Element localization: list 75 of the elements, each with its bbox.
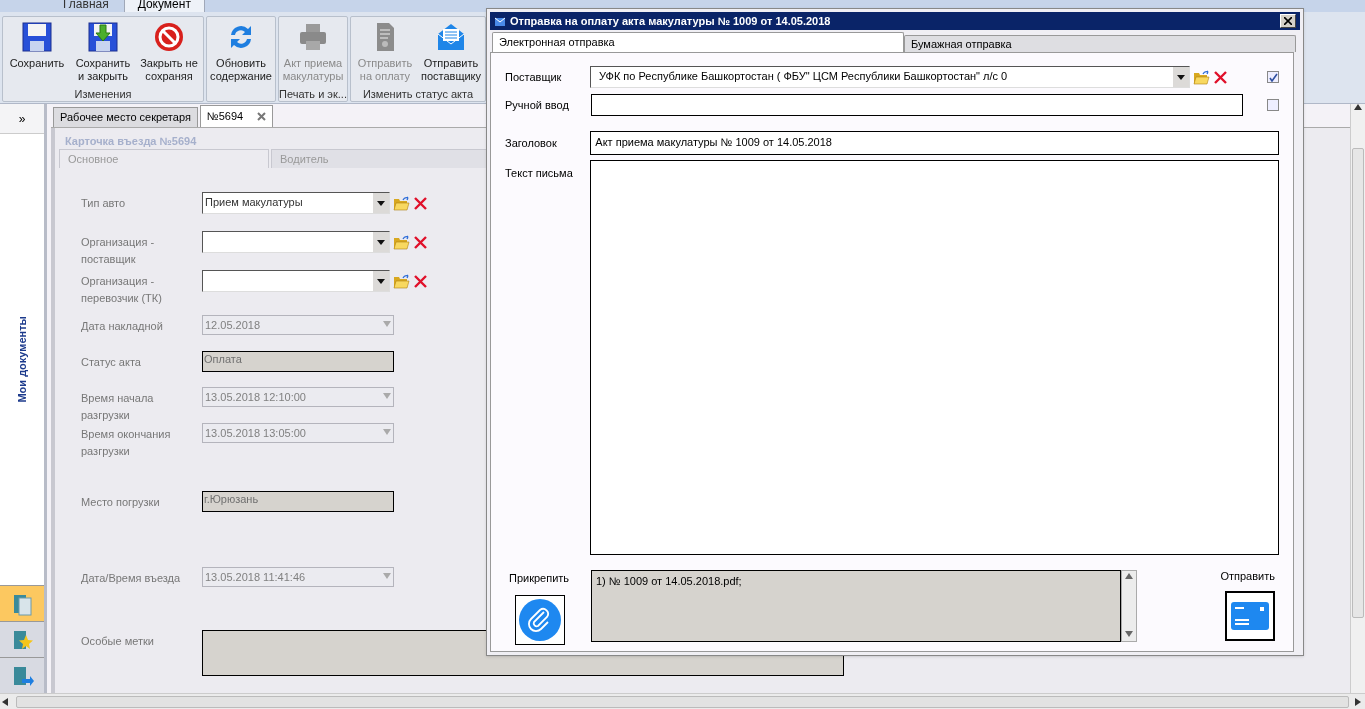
field-label: Дата накладной — [81, 320, 163, 332]
field-label: Поставщик — [505, 70, 562, 83]
dialog-tab[interactable]: Электронная отправка — [492, 32, 904, 52]
close-icon[interactable] — [413, 195, 428, 211]
ribbon-button[interactable]: Обновить содержание — [208, 17, 274, 88]
scroll-down-icon[interactable] — [1125, 631, 1133, 639]
send-button[interactable] — [1225, 591, 1275, 641]
field-label: Тип авто — [81, 197, 126, 209]
manual-input-field[interactable] — [591, 94, 1243, 116]
attachments-list: 1) № 1009 от 14.05.2018.pdf; — [591, 570, 1121, 642]
card-icon — [1231, 602, 1269, 630]
combo-field[interactable] — [202, 231, 390, 253]
open-folder-icon[interactable] — [393, 195, 410, 211]
field-label: Время начала разгрузки — [81, 392, 154, 421]
nav-button[interactable] — [0, 585, 44, 621]
open-folder-icon[interactable] — [393, 234, 410, 250]
group-label: Изменения — [74, 88, 132, 100]
field-label: Ручной ввод — [505, 98, 569, 111]
card-title: Карточка въезда №5694 — [65, 134, 197, 149]
checkbox[interactable] — [1267, 99, 1279, 111]
close-icon[interactable] — [257, 112, 267, 121]
field-label: Заголовок — [505, 136, 557, 149]
field-label: Место погрузки — [81, 496, 160, 508]
sidebar-title: Мои документы — [14, 316, 29, 403]
ribbon-button[interactable]: Отправить поставщику — [418, 17, 484, 88]
close-button[interactable] — [1280, 14, 1296, 28]
field-label: Организация - перевозчик (ТК) — [81, 275, 162, 304]
combo-field[interactable]: Прием макулатуры — [202, 192, 390, 214]
field-label: Отправить — [1220, 570, 1275, 583]
field-label: Дата/Время въезда — [81, 572, 181, 584]
field-label: Текст письма — [505, 167, 573, 179]
document-tab[interactable]: Рабочее место секретаря — [53, 107, 198, 127]
combo-field[interactable]: УФК по Республике Башкортостан ( ФБУ" ЦСМ Республики Башкортостан" л/с 0 — [589, 66, 1191, 88]
dialog-tab[interactable]: Бумажная отправка — [904, 35, 1296, 52]
expand-button[interactable]: » — [0, 104, 44, 134]
scroll-up-icon[interactable] — [1125, 573, 1133, 581]
ribbon-button[interactable]: Сохранить — [4, 17, 70, 88]
horizontal-scrollbar[interactable] — [0, 693, 1365, 709]
ribbon-tab[interactable]: Главная — [50, 0, 122, 12]
ribbon-button[interactable]: Закрыть не сохраняя — [136, 17, 202, 88]
window-title: Отправка на оплату акта макулатуры № 1009 от 14.05.2018 — [510, 13, 832, 29]
caret-icon — [377, 278, 385, 284]
checkbox[interactable] — [1267, 71, 1279, 83]
caret-icon — [377, 239, 385, 245]
combo-field[interactable] — [202, 270, 390, 292]
caret-icon — [1177, 74, 1186, 80]
document-tab[interactable]: №5694 — [199, 105, 274, 127]
caret-icon — [377, 200, 385, 206]
field-label: Особые метки — [81, 635, 154, 647]
open-folder-icon[interactable] — [393, 273, 410, 289]
group-label: Печать и эк... — [279, 88, 347, 100]
ribbon-button[interactable]: Сохранить и закрыть — [70, 17, 136, 88]
field-label: Организация - поставщик — [81, 236, 155, 265]
open-folder-icon[interactable] — [1193, 69, 1211, 85]
paperclip-icon — [519, 598, 561, 641]
ribbon-tab[interactable]: Документ — [123, 0, 205, 12]
envelope-icon — [494, 15, 506, 27]
prohibited-icon — [153, 21, 185, 53]
subject-field[interactable]: Акт приема макулатуры № 1009 от 14.05.2018 — [590, 131, 1279, 155]
field-label: Прикрепить — [509, 572, 570, 584]
close-icon — [1284, 17, 1292, 25]
group-label: Изменить статус акта — [362, 88, 474, 100]
field-label: Статус акта — [81, 356, 141, 368]
printer-icon — [297, 21, 329, 53]
scroll-left-icon[interactable] — [2, 697, 10, 706]
close-icon[interactable] — [413, 234, 428, 250]
vertical-scrollbar[interactable] — [1121, 570, 1137, 642]
close-icon[interactable] — [1213, 69, 1229, 85]
scroll-right-icon[interactable] — [1355, 697, 1363, 706]
nav-button[interactable] — [0, 621, 44, 657]
envelope-icon — [435, 21, 467, 53]
field-label: Время окончания разгрузки — [81, 428, 171, 457]
scrollbar-thumb[interactable] — [1352, 148, 1364, 618]
close-icon[interactable] — [413, 273, 428, 289]
attach-button[interactable] — [515, 594, 565, 645]
